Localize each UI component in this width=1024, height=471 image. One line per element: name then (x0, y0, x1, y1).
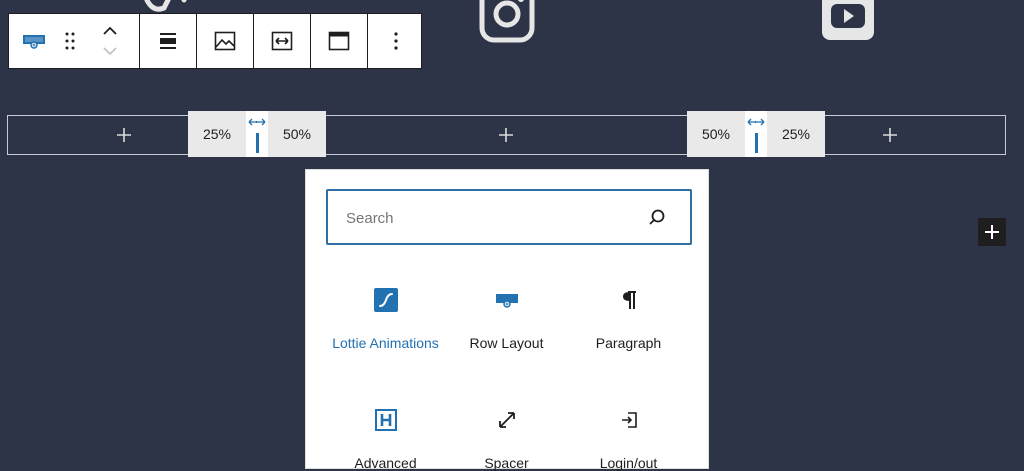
plus-icon (985, 225, 999, 239)
move-down-button[interactable] (98, 42, 122, 60)
lottie-icon (373, 288, 398, 312)
block-type-button[interactable] (9, 14, 59, 68)
block-item-label: Spacer (484, 455, 529, 471)
content-width-button[interactable] (254, 14, 310, 68)
row-layout-block[interactable] (7, 115, 1006, 155)
plus-icon (117, 128, 131, 142)
align-center-icon (160, 33, 176, 49)
drag-handle-icon (65, 32, 75, 50)
toolbar-group-options (368, 14, 424, 68)
block-item-row-layout[interactable]: Row Layout (446, 285, 567, 351)
block-movers (81, 14, 139, 68)
row-layout-icon (495, 294, 518, 308)
more-vertical-icon (394, 32, 398, 50)
chevron-down-icon (103, 47, 117, 56)
column-resizer-1[interactable]: 25% 50% (188, 111, 326, 157)
column-resizer-2[interactable]: 50% 25% (687, 111, 825, 157)
resizer-right-percent: 25% (781, 126, 811, 142)
youtube-icon (822, 0, 874, 40)
toolbar-group-align (140, 14, 197, 68)
resize-handle[interactable] (745, 111, 767, 157)
toolbar-group-media (197, 14, 254, 68)
paragraph-icon (622, 291, 636, 309)
resize-handle[interactable] (246, 111, 268, 157)
full-width-icon (271, 31, 293, 51)
login-icon (621, 412, 637, 428)
toolbar-group-block (9, 14, 140, 68)
block-item-advanced[interactable]: Advanced (325, 405, 446, 471)
block-item-login-out[interactable]: Login/out (568, 405, 689, 471)
column-3-add-block-button[interactable] (870, 116, 910, 154)
plus-icon (499, 128, 513, 142)
block-item-paragraph[interactable]: Paragraph (568, 285, 689, 351)
inserter-search (326, 189, 692, 245)
block-toolbar (8, 13, 422, 69)
resize-arrows-icon (747, 118, 765, 126)
plus-icon (883, 128, 897, 142)
resizer-right-percent: 50% (282, 126, 312, 142)
drag-handle-button[interactable] (59, 14, 81, 68)
toolbar-group-layout (311, 14, 368, 68)
resizer-left-percent: 50% (701, 126, 731, 142)
more-options-button[interactable] (368, 14, 424, 68)
block-item-spacer[interactable]: Spacer (446, 405, 567, 471)
resizer-left-percent: 25% (202, 126, 232, 142)
block-item-label: Row Layout (469, 335, 544, 351)
column-1-add-block-button[interactable] (104, 116, 144, 154)
background-image-button[interactable] (197, 14, 253, 68)
block-item-label: Login/out (599, 455, 658, 471)
layout-button[interactable] (311, 14, 367, 68)
search-icon[interactable] (648, 208, 666, 226)
resize-arrows-icon (248, 118, 266, 126)
toolbar-group-width (254, 14, 311, 68)
row-layout-icon (23, 35, 45, 49)
block-item-label: Paragraph (595, 335, 662, 351)
heading-icon (374, 409, 397, 431)
header-layout-icon (328, 31, 350, 51)
search-input[interactable] (344, 203, 638, 233)
column-2-add-block-button[interactable] (486, 116, 526, 154)
image-icon (214, 31, 236, 51)
chevron-up-icon (103, 26, 117, 35)
resize-arrows-icon (498, 412, 515, 428)
align-button[interactable] (140, 14, 196, 68)
add-block-button[interactable] (978, 218, 1006, 246)
block-item-lottie-animations[interactable]: Lottie Animations (325, 285, 446, 351)
move-up-button[interactable] (98, 22, 122, 40)
block-inserter-popover: Lottie Animations Row Layout Paragraph (305, 169, 709, 471)
block-item-label: Advanced (354, 455, 417, 471)
instagram-icon (479, 0, 535, 43)
block-item-label: Lottie Animations (332, 335, 439, 351)
